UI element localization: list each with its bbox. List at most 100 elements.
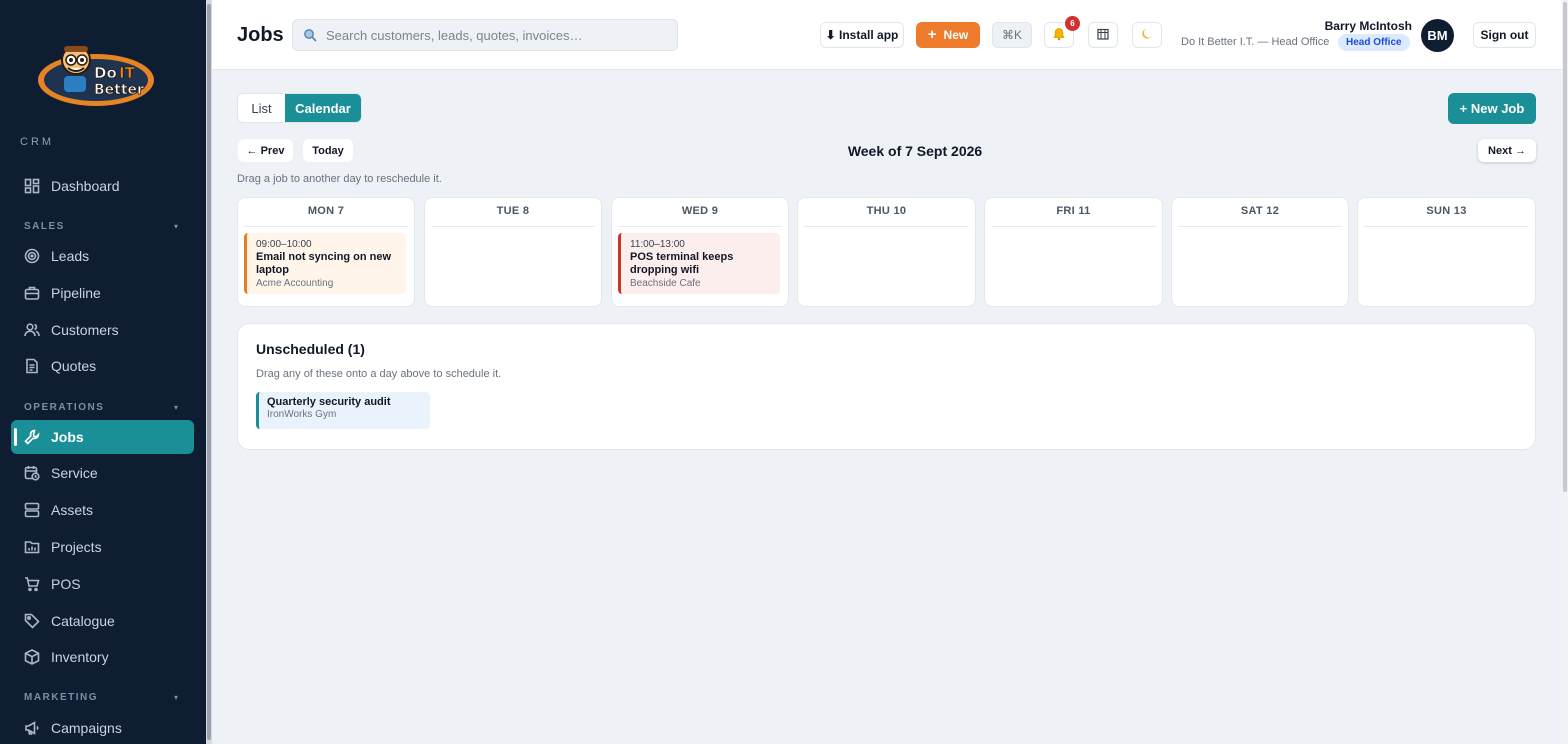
day-column-thu[interactable]: THU 10 [797, 197, 976, 307]
job-time: 09:00–10:00 [256, 239, 312, 250]
day-header: SAT 12 [1178, 205, 1342, 227]
moon-icon [1141, 27, 1154, 43]
cart-icon [24, 576, 40, 592]
sidebar-item-pos[interactable]: POS [11, 567, 194, 601]
company-logo[interactable]: Do IT Better [34, 38, 158, 110]
day-column-fri[interactable]: FRI 11 [984, 197, 1163, 307]
server-icon [24, 502, 40, 518]
sidebar-item-quotes[interactable]: Quotes [11, 349, 194, 383]
svg-text:Better: Better [94, 82, 144, 98]
section-label-marketing: MARKETING [24, 692, 99, 703]
job-title: POS terminal keeps dropping wifi [630, 251, 734, 276]
svg-text:IT: IT [119, 64, 136, 82]
collapse-sales-icon[interactable]: ▾ [174, 222, 178, 231]
collapse-operations-icon[interactable]: ▾ [174, 403, 178, 412]
day-column-sun[interactable]: SUN 13 [1357, 197, 1536, 307]
new-button-label: New [943, 28, 969, 42]
sidebar-item-jobs[interactable]: Jobs [11, 420, 194, 454]
sidebar-item-label: Jobs [51, 429, 84, 445]
top-header: Jobs ⬇ Install app + New ⌘K 6 Barry McIn… [212, 0, 1562, 70]
avatar[interactable]: BM [1421, 19, 1454, 52]
day-column-mon[interactable]: MON 7 09:00–10:00 Email not syncing on n… [237, 197, 415, 307]
sidebar-item-campaigns[interactable]: Campaigns [11, 711, 194, 744]
new-button[interactable]: + New [916, 22, 980, 48]
notification-count-badge: 6 [1065, 16, 1080, 31]
today-button[interactable]: Today [303, 139, 353, 162]
sidebar-item-leads[interactable]: Leads [11, 239, 194, 273]
search-input[interactable] [326, 27, 666, 43]
sidebar-item-label: Customers [51, 322, 119, 338]
sidebar-item-service[interactable]: Service [11, 456, 194, 490]
sidebar-item-label: POS [51, 576, 81, 592]
page-scrollbar-thumb[interactable] [1563, 2, 1567, 492]
sidebar-scrollbar[interactable] [206, 0, 212, 744]
sidebar-item-customers[interactable]: Customers [11, 313, 194, 347]
sidebar-item-inventory[interactable]: Inventory [11, 640, 194, 674]
reschedule-hint: Drag a job to another day to reschedule … [237, 173, 442, 185]
job-card[interactable]: 09:00–10:00 Email not syncing on new lap… [244, 233, 406, 294]
sidebar-item-pipeline[interactable]: Pipeline [11, 276, 194, 310]
sidebar-item-label: Dashboard [51, 178, 120, 194]
sidebar-item-projects[interactable]: Projects [11, 530, 194, 564]
global-search[interactable] [292, 19, 678, 51]
day-column-sat[interactable]: SAT 12 [1171, 197, 1349, 307]
unscheduled-title: Unscheduled (1) [256, 341, 365, 357]
sidebar: Do IT Better CRM SALES ▾ OPERATIONS ▾ MA… [0, 0, 206, 744]
document-icon [24, 358, 40, 374]
day-header: SUN 13 [1364, 205, 1529, 227]
sidebar-item-catalogue[interactable]: Catalogue [11, 604, 194, 638]
svg-text:Do: Do [94, 64, 117, 82]
command-palette-button[interactable]: ⌘K [992, 22, 1032, 48]
sidebar-item-label: Inventory [51, 649, 109, 665]
sidebar-item-label: Projects [51, 539, 102, 555]
user-organization: Do It Better I.T. — Head Office [1181, 36, 1330, 48]
sidebar-item-assets[interactable]: Assets [11, 493, 194, 527]
install-app-button[interactable]: ⬇ Install app [820, 22, 904, 48]
calendar-clock-icon [24, 465, 40, 481]
week-title: Week of 7 Sept 2026 [847, 143, 983, 159]
prev-week-button[interactable]: ← Prev [238, 139, 293, 162]
dark-mode-toggle[interactable] [1132, 22, 1162, 48]
calendar-icon [1097, 28, 1109, 43]
tab-calendar[interactable]: Calendar [285, 94, 361, 122]
unscheduled-job-card[interactable]: Quarterly security audit IronWorks Gym [256, 392, 430, 429]
day-header: FRI 11 [991, 205, 1156, 227]
tab-list[interactable]: List [238, 94, 285, 122]
sidebar-item-label: Catalogue [51, 613, 115, 629]
bell-icon [1052, 27, 1066, 44]
sidebar-item-label: Service [51, 465, 98, 481]
target-icon [24, 248, 40, 264]
job-time: 11:00–13:00 [630, 239, 685, 250]
sidebar-item-label: Assets [51, 502, 94, 518]
unscheduled-hint: Drag any of these onto a day above to sc… [256, 368, 502, 380]
sidebar-scrollbar-thumb[interactable] [207, 4, 211, 740]
folder-chart-icon [24, 539, 40, 555]
page-scrollbar[interactable] [1562, 0, 1568, 744]
users-icon [24, 322, 40, 338]
view-toggle: List Calendar [237, 93, 362, 123]
sidebar-item-label: Pipeline [51, 285, 101, 301]
wrench-icon [24, 429, 40, 445]
calendar-view-button[interactable] [1088, 22, 1118, 48]
job-client: Acme Accounting [256, 278, 334, 289]
megaphone-icon [24, 720, 40, 736]
new-job-button[interactable]: + New Job [1448, 93, 1536, 124]
branch-badge: Head Office [1338, 34, 1410, 51]
crm-label: CRM [20, 136, 55, 148]
dashboard-icon [24, 178, 40, 194]
job-card[interactable]: 11:00–13:00 POS terminal keeps dropping … [618, 233, 780, 294]
day-column-tue[interactable]: TUE 8 [424, 197, 602, 307]
day-header: WED 9 [618, 205, 782, 227]
sidebar-item-label: Leads [51, 248, 90, 264]
box-icon [24, 649, 40, 665]
job-title: Quarterly security audit [267, 396, 391, 408]
sidebar-item-dashboard[interactable]: Dashboard [11, 169, 194, 203]
collapse-marketing-icon[interactable]: ▾ [174, 693, 178, 702]
section-label-operations: OPERATIONS [24, 402, 105, 413]
next-week-button[interactable]: Next → [1478, 139, 1536, 162]
day-column-wed[interactable]: WED 9 11:00–13:00 POS terminal keeps dro… [611, 197, 789, 307]
sign-out-button[interactable]: Sign out [1473, 22, 1536, 48]
search-icon [303, 28, 317, 42]
user-name: Barry McIntosh [1324, 19, 1412, 33]
sidebar-item-label: Quotes [51, 358, 97, 374]
